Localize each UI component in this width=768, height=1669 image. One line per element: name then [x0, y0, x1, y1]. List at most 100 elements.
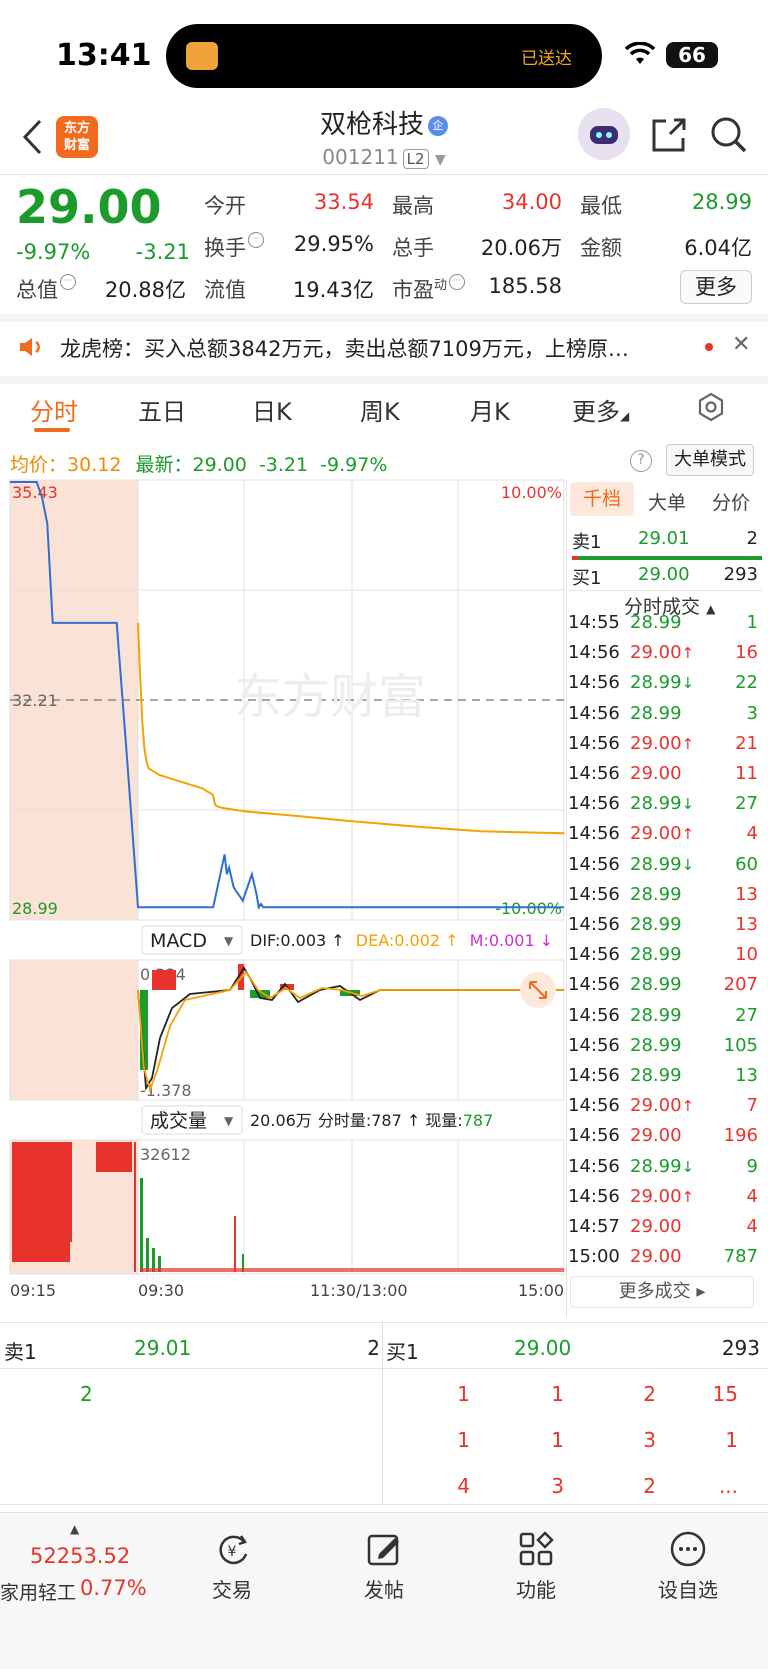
change-percent: -9.97% — [16, 240, 91, 264]
ob-ask-label: 卖1 — [4, 1340, 37, 1364]
tick-row: 14:56 29.00↑ 16 — [568, 642, 758, 672]
post-button[interactable]: 发帖 — [334, 1530, 434, 1603]
functions-button[interactable]: 功能 — [486, 1530, 586, 1603]
more-ticks-button[interactable]: 更多成交 ▸ — [570, 1276, 754, 1308]
search-icon[interactable] — [710, 116, 748, 154]
chevron-down-icon: ▼ — [224, 934, 234, 948]
tab-daily-k[interactable]: 日K — [252, 392, 292, 427]
tab-monthly-k[interactable]: 月K — [470, 392, 510, 427]
ask1-price: 29.01 — [638, 528, 690, 549]
watermark: 东方财富 — [234, 669, 426, 725]
avg-price-line — [137, 622, 565, 835]
close-icon[interactable]: ✕ — [732, 332, 750, 357]
tick-price: 29.00 — [630, 1216, 682, 1237]
svg-text:¥: ¥ — [228, 1544, 237, 1560]
tick-time: 14:56 — [568, 672, 620, 694]
more-quote-button[interactable]: 更多 — [680, 270, 752, 304]
x-tick-label: 11:30/13:00 — [310, 1281, 408, 1298]
volume-values: 20.06万 分时量:787 ↑ 现量:787 — [250, 1111, 493, 1130]
chevron-up-icon[interactable]: ▲ — [70, 1522, 79, 1536]
tick-price: 29.00↑ — [630, 642, 695, 664]
divider — [0, 314, 768, 322]
tick-price: 29.00↑ — [630, 1095, 695, 1117]
tick-time: 14:56 — [568, 1034, 620, 1056]
tick-row: 14:56 28.99 10 — [568, 944, 758, 974]
volume-panel-label: 成交量 — [150, 1110, 207, 1132]
divider — [0, 1504, 768, 1505]
big-order-mode-button[interactable]: 大单模式 — [666, 444, 754, 476]
price-bottom-label: 28.99 — [12, 899, 58, 918]
tick-volume: 4 — [746, 1185, 758, 1207]
bid-queue-item: ... — [718, 1474, 738, 1498]
tick-volume: 7 — [746, 1095, 758, 1117]
tab-price-distribution[interactable]: 分价 — [712, 488, 750, 515]
volume-value: 20.06万 — [480, 236, 562, 260]
help-icon[interactable]: ? — [630, 450, 652, 472]
tick-price: 28.99↓ — [630, 793, 695, 815]
trade-button[interactable]: ¥ 交易 — [182, 1530, 282, 1603]
tick-volume: 27 — [735, 1004, 758, 1026]
tick-price: 29.00↑ — [630, 732, 695, 754]
tick-volume: 1 — [746, 612, 758, 633]
sector-change[interactable]: 0.77% — [80, 1576, 147, 1600]
tick-price: 29.00↑ — [630, 823, 695, 845]
tick-price: 28.99 — [630, 1034, 682, 1056]
tab-thousand-levels[interactable]: 千档 — [570, 482, 634, 516]
ask1-label: 卖1 — [572, 532, 602, 553]
share-icon[interactable] — [650, 116, 688, 154]
tick-time: 15:00 — [568, 1246, 620, 1268]
tick-row: 14:56 28.99 13 — [568, 914, 758, 944]
tick-price: 28.99↓ — [630, 672, 695, 694]
tab-intraday[interactable]: 分时 — [30, 392, 78, 427]
divider — [0, 376, 768, 384]
tick-time: 14:56 — [568, 823, 620, 845]
volume-max-label: 32612 — [140, 1145, 191, 1164]
intraday-chart[interactable]: 东方财富 35.43 32.21 28.99 10.00% -10.00% MA… — [0, 478, 566, 1298]
tick-row: 15:00 29.00 787 — [568, 1246, 758, 1276]
stock-code: 001211 — [322, 145, 399, 169]
bid-queue-item: 2 — [643, 1382, 656, 1406]
enterprise-badge: 企 — [428, 115, 448, 136]
divider — [0, 1368, 768, 1369]
info-icon: ··· — [248, 232, 264, 248]
turnover-label[interactable]: 换手 ··· — [204, 232, 264, 262]
robot-assistant-icon[interactable] — [578, 108, 630, 160]
trade-icon: ¥ — [219, 1535, 248, 1565]
tick-volume: 3 — [746, 702, 758, 724]
pct-bottom-label: -10.00% — [495, 899, 562, 918]
amount-label: 金额 — [580, 236, 622, 260]
ob-bid-volume: 293 — [721, 1336, 760, 1360]
mcap-value: 20.88亿 — [104, 278, 186, 302]
add-watchlist-button[interactable]: 设自选 — [638, 1530, 738, 1603]
tick-row: 14:56 28.99↓ 22 — [568, 672, 758, 702]
status-time: 13:41 — [56, 38, 152, 73]
active-tab-indicator — [34, 428, 70, 432]
ranking-ticker[interactable]: 龙虎榜：买入总额3842万元，卖出总额7109万元，上榜原… — [60, 333, 680, 363]
tick-row: 14:56 28.99 13 — [568, 1065, 758, 1095]
bid-queue-item: 1 — [457, 1428, 470, 1452]
tab-five-day[interactable]: 五日 — [138, 392, 186, 427]
tab-weekly-k[interactable]: 周K — [360, 392, 400, 427]
tick-row: 14:56 28.99 3 — [568, 703, 758, 733]
island-status-text: 已送达 — [521, 49, 572, 69]
tick-time: 14:56 — [568, 1155, 620, 1177]
tick-price: 29.00 — [630, 1125, 682, 1147]
tick-price: 28.99↓ — [630, 853, 695, 875]
change-amount: -3.21 — [135, 240, 190, 264]
tab-big-orders[interactable]: 大单 — [648, 488, 686, 515]
pe-label[interactable]: 市盈动 ··· — [392, 274, 466, 304]
bid-queue-item: 15 — [712, 1382, 738, 1406]
sector-name[interactable]: 家用轻工 — [0, 1578, 76, 1605]
tick-row: 14:56 28.99 207 — [568, 974, 758, 1004]
tab-more[interactable]: 更多◢ — [572, 392, 629, 427]
tick-time: 14:57 — [568, 1216, 620, 1237]
divider — [0, 174, 768, 175]
tick-row: 14:56 28.99↓ 9 — [568, 1156, 758, 1186]
bid-queue-item: 3 — [643, 1428, 656, 1452]
tick-time: 14:56 — [568, 1125, 620, 1147]
sector-index-value[interactable]: 52253.52 — [30, 1544, 130, 1568]
mcap-label[interactable]: 总值 ··· — [16, 274, 76, 304]
gear-icon[interactable] — [696, 392, 726, 422]
grid-icon — [519, 1531, 554, 1566]
tick-volume: 16 — [735, 642, 758, 664]
